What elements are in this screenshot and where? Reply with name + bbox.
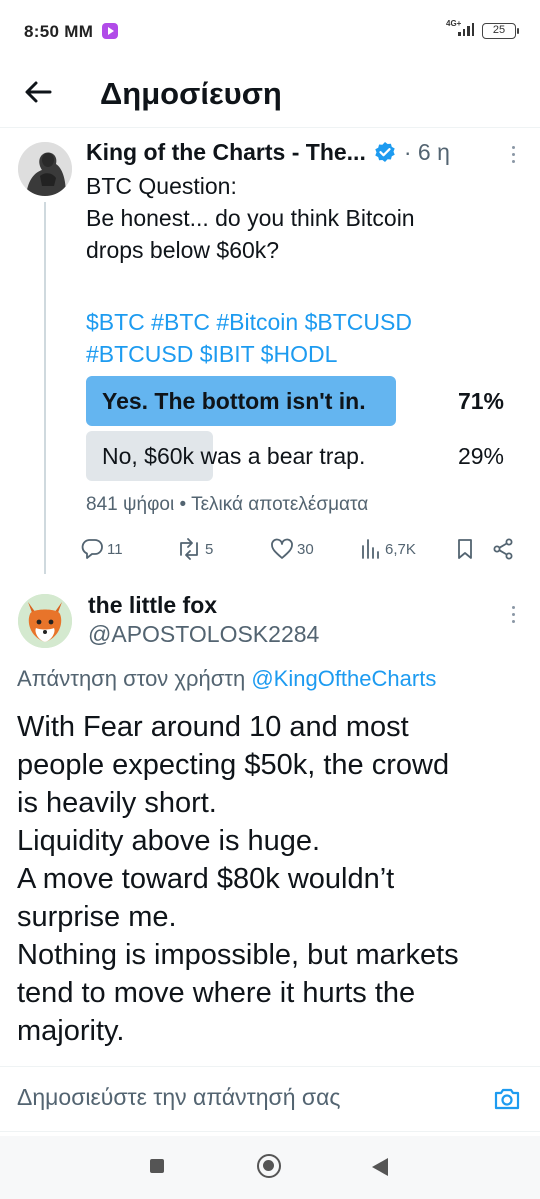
tweet-author-row: King of the Charts - The... · 6 η [86, 136, 450, 168]
camera-icon[interactable] [492, 1084, 522, 1114]
views-icon [362, 539, 379, 559]
poll-option-percent: 29% [457, 443, 504, 469]
tweet-text-line: BTC Question: [86, 173, 237, 199]
media-app-icon [102, 23, 118, 39]
repost-icon [180, 538, 198, 560]
app-header: Δημοσίευση [0, 64, 540, 126]
reply-body-line: people expecting $50k, the crowd [17, 749, 450, 781]
reply-author-avatar[interactable] [18, 594, 72, 648]
poll-option: Yes. The bottom isn't in. 71% [86, 374, 510, 426]
author-name[interactable]: King of the Charts - The... [86, 139, 366, 166]
status-bar: 8:50 MM 4G+ 25 [0, 0, 540, 64]
repost-button[interactable]: 5 [176, 538, 213, 560]
reply-icon [81, 539, 103, 559]
reply-author-handle[interactable]: @APOSTOLOSK2284 [88, 621, 319, 648]
poll: Yes. The bottom isn't in. 71% No, $60k w… [86, 374, 510, 484]
back-arrow-icon[interactable] [20, 74, 56, 110]
reply-body-line: surprise me. [17, 901, 177, 933]
reply-body-line: majority. [17, 1015, 125, 1047]
thread-line [44, 202, 46, 574]
views-button[interactable]: 6,7K [360, 538, 416, 560]
repost-count: 5 [205, 540, 214, 558]
poll-meta: 841 ψήφοι • Τελικά αποτελέσματα [86, 494, 369, 515]
composer-divider [0, 1066, 540, 1067]
reply-body-line: is heavily short. [17, 787, 217, 819]
composer-bottom-divider [0, 1131, 540, 1132]
tweet-text: BTC Question: Be honest... do you think … [86, 170, 526, 370]
like-count: 30 [297, 540, 314, 558]
reply-body-line: With Fear around 10 and most [17, 711, 409, 743]
replying-mention[interactable]: @KingOftheCharts [251, 666, 436, 691]
hashtag-line[interactable]: #BTCUSD $IBIT $HODL [86, 338, 526, 370]
status-time: 8:50 MM [24, 22, 94, 41]
replying-prefix: Απάντηση στον χρήστη [17, 666, 246, 691]
poll-option-label: Yes. The bottom isn't in. [102, 388, 366, 414]
reply-more-options-icon[interactable] [505, 600, 521, 628]
recent-apps-icon[interactable] [150, 1159, 164, 1173]
reply-author-name[interactable]: the little fox [88, 592, 217, 619]
system-nav-bar [0, 1136, 540, 1199]
reply-button[interactable]: 11 [80, 538, 123, 560]
poll-option-percent: 71% [457, 388, 504, 414]
share-icon [493, 538, 513, 560]
header-divider [0, 127, 540, 128]
verified-badge-icon [375, 142, 395, 162]
reply-body-line: tend to move where it hurts the [17, 977, 416, 1009]
home-icon[interactable] [257, 1154, 281, 1178]
reply-body-line: A move toward $80k wouldn’t [17, 863, 395, 895]
tweet-time: · 6 η [403, 138, 450, 165]
page-title: Δημοσίευση [100, 76, 282, 111]
share-button[interactable] [492, 538, 514, 560]
bookmark-icon [458, 539, 472, 559]
reply-body-line: Nothing is impossible, but markets [17, 939, 459, 971]
system-back-icon[interactable] [372, 1158, 388, 1176]
tweet-text-line: Be honest... do you think Bitcoin [86, 205, 415, 231]
tweet-text-line: drops below $60k? [86, 237, 280, 263]
battery-icon: 25 [482, 23, 519, 39]
poll-option: No, $60k was a bear trap. 29% [86, 429, 510, 481]
bookmark-button[interactable] [454, 538, 476, 560]
replying-to: Απάντηση στον χρήστη @KingOftheCharts [17, 666, 436, 692]
reply-body: With Fear around 10 and most people expe… [17, 708, 527, 1060]
signal-icon [458, 22, 476, 36]
tweet-actions: 11 5 30 6,7K [80, 538, 520, 568]
reply-composer-input[interactable]: Δημοσιεύστε την απάντησή σας [17, 1084, 341, 1111]
hashtag-line[interactable]: $BTC #BTC #Bitcoin $BTCUSD [86, 306, 526, 338]
heart-icon [271, 538, 293, 559]
views-count: 6,7K [385, 540, 416, 558]
reply-count: 11 [107, 540, 123, 558]
like-button[interactable]: 30 [270, 538, 314, 560]
reply-body-line: Liquidity above is huge. [17, 825, 321, 857]
more-options-icon[interactable] [505, 140, 521, 168]
poll-option-label: No, $60k was a bear trap. [102, 443, 366, 469]
author-avatar[interactable] [18, 142, 72, 196]
